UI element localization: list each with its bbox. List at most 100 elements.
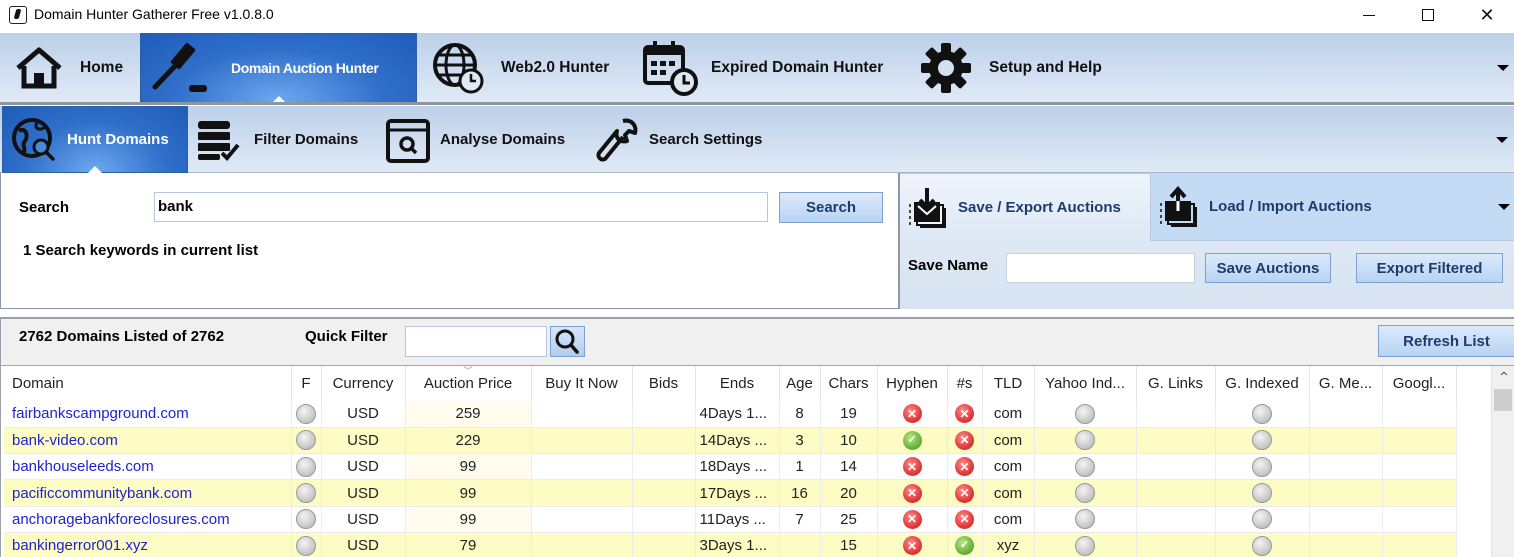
- quick-filter-search-button[interactable]: [550, 326, 585, 357]
- close-button[interactable]: ✕: [1464, 0, 1510, 30]
- table-row[interactable]: anchoragebankforeclosures.com USD 99 11Days…: [4, 506, 1457, 533]
- cell-currency: USD: [321, 427, 406, 455]
- scrollbar-thumb[interactable]: [1494, 389, 1512, 411]
- hyphen-no-icon: ✕: [902, 509, 922, 529]
- cell-ends: 3Days 1...: [695, 532, 780, 557]
- yahoo-indexed-unknown-icon: [1075, 535, 1095, 556]
- domain-link[interactable]: bankingerror001.xyz: [4, 532, 292, 557]
- col-header-buy-it-now[interactable]: Buy It Now: [531, 366, 633, 401]
- tab-load-import-auctions[interactable]: Load / Import Auctions: [1151, 173, 1514, 241]
- cell-googl: [1382, 401, 1457, 428]
- nav-web20-hunter[interactable]: Web2.0 Hunter: [417, 33, 639, 103]
- app-icon: [9, 6, 27, 24]
- nav-expired-domain-hunter[interactable]: Expired Domain Hunter: [639, 33, 909, 103]
- main-nav: Home Domain Auction Hunter Web2.0 Hunter: [0, 33, 1514, 105]
- col-header-hyphen[interactable]: Hyphen: [877, 366, 948, 401]
- col-header-f[interactable]: F: [291, 366, 322, 401]
- cell-hyphen: ✕: [877, 401, 948, 428]
- col-header-domain[interactable]: Domain: [4, 366, 292, 401]
- cell-ends: 17Days ...: [695, 479, 780, 507]
- cell-buy-it-now: [531, 453, 633, 481]
- tab-analyse-domains-label: Analyse Domains: [440, 131, 566, 148]
- cell-g-indexed: [1215, 401, 1310, 428]
- tab-hunt-domains[interactable]: Hunt Domains: [2, 106, 188, 173]
- cell-yahoo-indexed: [1034, 401, 1137, 428]
- col-header-g-indexed[interactable]: G. Indexed: [1215, 366, 1310, 401]
- col-header-yahoo-indexed[interactable]: Yahoo Ind...: [1034, 366, 1137, 401]
- quick-filter-label: Quick Filter: [305, 328, 388, 345]
- hyphen-no-icon: ✕: [902, 457, 922, 477]
- cell-f: [291, 479, 322, 507]
- search-input[interactable]: bank: [154, 192, 768, 222]
- save-name-label: Save Name: [908, 257, 989, 274]
- cell-g-indexed: [1215, 506, 1310, 533]
- cell-age: 16: [779, 479, 821, 507]
- tab-search-settings[interactable]: Search Settings: [583, 106, 783, 173]
- f-unknown-icon: [296, 509, 316, 530]
- save-auctions-button[interactable]: Save Auctions: [1205, 253, 1331, 283]
- cell-chars: 14: [820, 453, 878, 481]
- table-row[interactable]: bankingerror001.xyz USD 79 3Days 1... 15 ✕ ✓ xy…: [4, 532, 1457, 557]
- cell-f: [291, 532, 322, 557]
- col-header-bids[interactable]: Bids: [632, 366, 696, 401]
- col-header-currency[interactable]: Currency: [321, 366, 406, 401]
- table-row[interactable]: pacificcommunitybank.com USD 99 17Days ... 1…: [4, 479, 1457, 507]
- col-header-age[interactable]: Age: [779, 366, 821, 401]
- cell-f: [291, 427, 322, 455]
- cell-googl: [1382, 427, 1457, 455]
- cell-bids: [632, 453, 696, 481]
- domain-link[interactable]: anchoragebankforeclosures.com: [4, 506, 292, 533]
- cell-f: [291, 453, 322, 481]
- domain-link[interactable]: pacificcommunitybank.com: [4, 479, 292, 507]
- nav-home[interactable]: Home: [0, 33, 140, 103]
- cell-hyphen: ✕: [877, 506, 948, 533]
- col-header-numbers[interactable]: #s: [947, 366, 983, 401]
- table-row[interactable]: bankhouseleeds.com USD 99 18Days ... 1 14 ✕ ✕ co…: [4, 453, 1457, 481]
- close-icon: ✕: [1479, 4, 1495, 26]
- col-header-chars[interactable]: Chars: [820, 366, 878, 401]
- quick-filter-input[interactable]: [405, 326, 547, 357]
- main-nav-overflow-caret[interactable]: [1497, 65, 1509, 71]
- cell-hyphen: ✕: [877, 453, 948, 481]
- minimize-button[interactable]: [1346, 0, 1392, 30]
- cell-hyphen: ✕: [877, 479, 948, 507]
- sub-nav-overflow-caret[interactable]: [1496, 137, 1508, 143]
- tab-filter-domains[interactable]: Filter Domains: [188, 106, 378, 173]
- col-header-tld[interactable]: TLD: [982, 366, 1035, 401]
- upload-stack-icon: [1160, 185, 1197, 227]
- nav-domain-auction-hunter[interactable]: Domain Auction Hunter: [140, 33, 417, 103]
- vertical-scrollbar[interactable]: ^: [1491, 366, 1514, 557]
- nav-setup-and-help[interactable]: Setup and Help: [909, 33, 1139, 103]
- table-row[interactable]: bank-video.com USD 229 14Days ... 3 10 ✓ ✕ com: [4, 427, 1457, 455]
- tab-save-export-auctions[interactable]: Save / Export Auctions: [900, 173, 1151, 241]
- domain-link[interactable]: bank-video.com: [4, 427, 292, 455]
- col-header-g-links[interactable]: G. Links: [1136, 366, 1216, 401]
- col-header-ends[interactable]: Ends: [695, 366, 780, 401]
- tab-analyse-domains[interactable]: Analyse Domains: [378, 106, 583, 173]
- f-unknown-icon: [296, 403, 316, 424]
- col-header-googl[interactable]: Googl...: [1382, 366, 1457, 401]
- cell-numbers: ✕: [947, 427, 983, 455]
- cell-g-links: [1136, 427, 1216, 455]
- export-tabs-overflow-caret[interactable]: [1498, 204, 1510, 210]
- tab-hunt-domains-label: Hunt Domains: [67, 131, 169, 148]
- domain-link[interactable]: fairbankscampground.com: [4, 401, 292, 428]
- table-row[interactable]: fairbankscampground.com USD 259 4Days 1... 8…: [4, 401, 1457, 428]
- domain-link[interactable]: bankhouseleeds.com: [4, 453, 292, 481]
- cell-age: 8: [779, 401, 821, 428]
- scroll-up-icon[interactable]: ^: [1492, 370, 1514, 386]
- export-filtered-button[interactable]: Export Filtered: [1356, 253, 1503, 283]
- save-name-input[interactable]: [1006, 253, 1195, 283]
- maximize-button[interactable]: [1405, 0, 1451, 30]
- cell-auction-price: 99: [405, 479, 532, 507]
- cell-googl: [1382, 506, 1457, 533]
- col-header-g-me[interactable]: G. Me...: [1309, 366, 1383, 401]
- cell-g-me: [1309, 532, 1383, 557]
- cell-googl: [1382, 532, 1457, 557]
- cell-g-me: [1309, 479, 1383, 507]
- cell-ends: 4Days 1...: [695, 401, 780, 428]
- col-header-auction-price[interactable]: ﹀ Auction Price: [405, 366, 532, 401]
- refresh-list-button[interactable]: Refresh List: [1378, 325, 1514, 357]
- cell-auction-price: 99: [405, 506, 532, 533]
- search-button[interactable]: Search: [779, 192, 883, 223]
